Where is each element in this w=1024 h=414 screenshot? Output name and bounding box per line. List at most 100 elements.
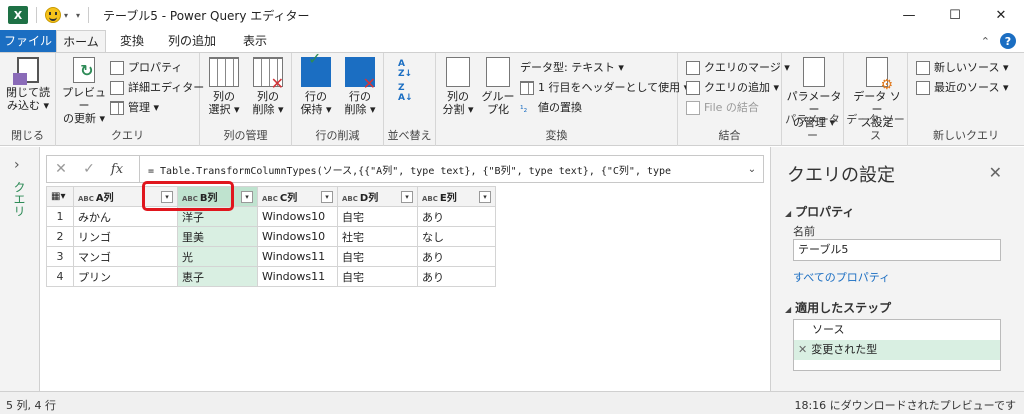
query-name-input[interactable]: テーブル5 [793, 239, 1001, 261]
remove-columns-button[interactable]: 列の 削除 ▾ [246, 57, 290, 116]
collapse-ribbon-icon[interactable]: ⌃ [981, 35, 990, 48]
table-cell[interactable]: 恵子 [177, 266, 258, 287]
table-cell[interactable]: 里美 [177, 226, 258, 247]
remove-columns-icon [253, 57, 284, 90]
merge-queries-button[interactable]: クエリのマージ ▾ [686, 59, 790, 77]
text-type-icon[interactable]: ABC [422, 195, 438, 203]
minimize-button[interactable]: — [886, 0, 932, 30]
column-header-d[interactable]: ABC D列 ▾ [337, 186, 418, 207]
table-cell[interactable]: 社宅 [337, 226, 418, 247]
append-queries-label: クエリの追加 ▾ [704, 81, 780, 94]
keep-rows-button[interactable]: 行の 保持 ▾ [294, 52, 338, 116]
choose-columns-button[interactable]: 列の 選択 ▾ [202, 57, 246, 116]
table-row: 1 みかん 洋子 Windows10 自宅 あり [46, 206, 496, 227]
advanced-editor-button[interactable]: 詳細エディター [110, 79, 204, 97]
properties-section-header[interactable]: プロパティ [785, 203, 854, 220]
table-cell[interactable]: あり [417, 246, 496, 267]
refresh-preview-button[interactable]: ↻ プレビュー の更新 ▾ [60, 57, 108, 125]
formula-input[interactable]: = Table.TransformColumnTypes(ソース,{{"A列",… [140, 162, 741, 177]
manage-label: 管理 ▾ [128, 101, 160, 114]
group-manage-columns-label: 列の管理 [223, 129, 268, 142]
text-type-icon[interactable]: ABC [342, 195, 358, 203]
tab-transform[interactable]: 変換 [110, 30, 154, 52]
table-cell[interactable]: マンゴ [73, 246, 178, 267]
smiley-dropdown-icon[interactable]: ▾ [64, 11, 68, 20]
use-first-row-button[interactable]: 1 行目をヘッダーとして使用 ▾ [520, 79, 689, 97]
title-separator [36, 7, 37, 23]
close-and-load-button[interactable]: 閉じて読 み込む ▾ [4, 57, 52, 112]
table-cell[interactable]: Windows10 [257, 206, 338, 227]
table-cell[interactable]: Windows11 [257, 266, 338, 287]
sort-descending-icon[interactable]: Z A↓ [398, 83, 413, 103]
excel-icon[interactable]: X [8, 6, 28, 24]
quick-access-dropdown-icon[interactable]: ▾ [76, 11, 80, 20]
table-menu-icon[interactable]: ▦▾ [46, 186, 74, 207]
delete-step-icon[interactable]: ✕ [798, 343, 807, 356]
properties-button[interactable]: プロパティ [110, 59, 182, 77]
all-properties-link[interactable]: すべてのプロパティ [793, 269, 890, 285]
table-cell[interactable]: Windows10 [257, 226, 338, 247]
group-by-button[interactable]: グルー プ化 [476, 57, 520, 116]
recent-sources-label: 最近のソース ▾ [934, 81, 1009, 94]
tab-file[interactable]: ファイル [0, 30, 56, 52]
queries-pane-label[interactable]: クエリ [11, 181, 28, 217]
step-item-active[interactable]: ✕ 変更された型 [794, 340, 1000, 360]
row-number[interactable]: 1 [46, 206, 74, 227]
table-cell[interactable]: Windows11 [257, 246, 338, 267]
data-table: ▦▾ ABC A列 ▾ ABC B列 ▾ ABC C列 ▾ ABC D列 ▾ ABC E列 ▾ 1 … [46, 186, 496, 287]
table-cell[interactable]: あり [417, 266, 496, 287]
cancel-formula-icon[interactable]: ✕ [47, 156, 75, 182]
table-row: 3 マンゴ 光 Windows11 自宅 あり [46, 246, 496, 267]
maximize-button[interactable]: ☐ [932, 0, 978, 30]
close-settings-icon[interactable]: ✕ [989, 163, 1002, 182]
column-d-filter-icon[interactable]: ▾ [401, 190, 413, 203]
advanced-editor-icon [110, 81, 124, 95]
ribbon-tabs: ファイル ホーム 変換 列の追加 表示 ⌃ ? [0, 30, 1024, 52]
data-type-button[interactable]: データ型: テキスト ▾ [520, 59, 624, 77]
replace-values-button[interactable]: ¹₂ 値の置換 [520, 99, 582, 117]
column-b-filter-icon[interactable]: ▾ [241, 190, 253, 203]
column-c-filter-icon[interactable]: ▾ [321, 190, 333, 203]
tab-view[interactable]: 表示 [233, 30, 277, 52]
table-cell[interactable]: なし [417, 226, 496, 247]
recent-sources-button[interactable]: 最近のソース ▾ [916, 79, 1008, 97]
close-button[interactable]: ✕ [978, 0, 1024, 30]
tab-add-column[interactable]: 列の追加 [158, 30, 226, 52]
remove-rows-button[interactable]: 行の 削除 ▾ [338, 57, 382, 116]
text-type-icon[interactable]: ABC [78, 195, 94, 203]
table-cell[interactable]: リンゴ [73, 226, 178, 247]
combine-files-button[interactable]: File の結合 [686, 99, 759, 117]
expand-queries-icon[interactable]: › [14, 157, 20, 173]
table-cell[interactable]: 自宅 [337, 266, 418, 287]
manage-button[interactable]: 管理 ▾ [110, 99, 159, 117]
step-item[interactable]: ソース [794, 320, 1000, 340]
row-number[interactable]: 3 [46, 246, 74, 267]
name-label: 名前 [793, 225, 815, 238]
table-row: 4 プリン 恵子 Windows11 自宅 あり [46, 266, 496, 287]
table-cell[interactable]: 自宅 [337, 246, 418, 267]
help-icon[interactable]: ? [1000, 33, 1016, 49]
table-cell[interactable]: 光 [177, 246, 258, 267]
applied-steps-header[interactable]: 適用したステップ [785, 299, 891, 316]
text-type-icon[interactable]: ABC [262, 195, 278, 203]
smiley-icon[interactable] [45, 7, 61, 23]
table-cell[interactable]: あり [417, 206, 496, 227]
split-column-button[interactable]: 列の 分割 ▾ [436, 57, 480, 116]
properties-icon [110, 61, 124, 75]
formula-expand-icon[interactable]: ⌄ [741, 164, 763, 175]
column-header-c[interactable]: ABC C列 ▾ [257, 186, 338, 207]
sort-ascending-icon[interactable]: A Z↓ [398, 59, 412, 79]
table-cell[interactable]: 自宅 [337, 206, 418, 227]
table-cell[interactable]: プリン [73, 266, 178, 287]
fx-icon[interactable]: fx [103, 162, 131, 177]
tab-home[interactable]: ホーム [56, 30, 106, 52]
row-number[interactable]: 2 [46, 226, 74, 247]
group-parameters-label: パラメーター [785, 113, 840, 142]
column-e-filter-icon[interactable]: ▾ [479, 190, 491, 203]
confirm-formula-icon[interactable]: ✓ [75, 156, 103, 182]
row-number[interactable]: 4 [46, 266, 74, 287]
append-queries-button[interactable]: クエリの追加 ▾ [686, 79, 779, 97]
column-header-e[interactable]: ABC E列 ▾ [417, 186, 496, 207]
append-icon [686, 81, 700, 95]
new-source-button[interactable]: 新しいソース ▾ [916, 59, 1008, 77]
